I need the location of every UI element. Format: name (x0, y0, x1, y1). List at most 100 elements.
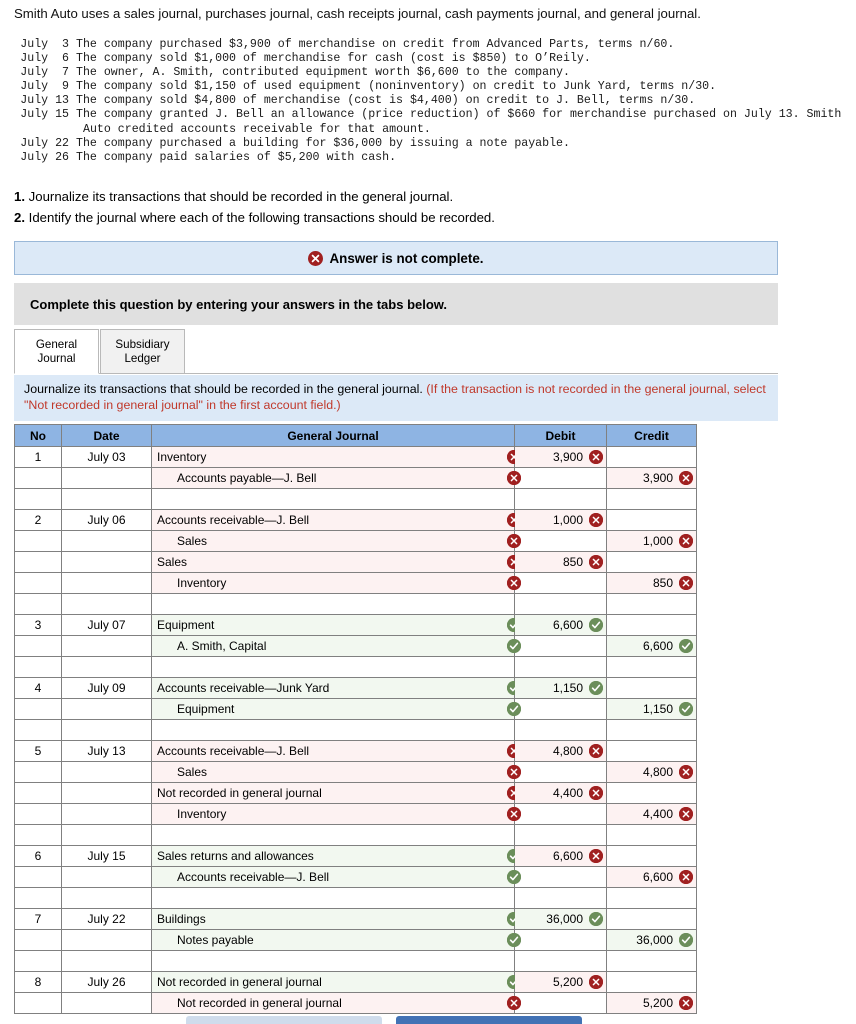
account-field[interactable]: Inventory (151, 572, 521, 594)
credit-field[interactable]: 36,000 (606, 929, 697, 951)
credit-field[interactable]: 850 (606, 572, 697, 594)
entry-number (14, 824, 62, 846)
credit-field[interactable] (606, 677, 697, 699)
account-field[interactable]: Accounts receivable—J. Bell (151, 509, 521, 531)
credit-field[interactable] (606, 509, 697, 531)
debit-field[interactable]: 1,000 (514, 509, 607, 531)
credit-amount: 3,900 (642, 471, 673, 485)
debit-field[interactable]: 6,600 (514, 614, 607, 636)
account-field[interactable]: Accounts receivable—Junk Yard (151, 677, 521, 699)
credit-field[interactable]: 1,150 (606, 698, 697, 720)
debit-field[interactable]: 36,000 (514, 908, 607, 930)
debit-field[interactable] (514, 761, 607, 783)
transaction-description: The company purchased a building for $36… (76, 136, 570, 150)
transaction-description: The company sold $4,800 of merchandise (… (76, 94, 696, 108)
table-row: Inventory 4,400 (14, 803, 697, 825)
credit-field[interactable]: 3,900 (606, 467, 697, 489)
entry-date: July 03 (61, 446, 152, 468)
transaction-row: July 9 The company sold $1,150 of used eq… (14, 80, 854, 94)
credit-field[interactable] (606, 446, 697, 468)
credit-field[interactable]: 6,600 (606, 866, 697, 888)
entry-number (14, 635, 62, 657)
debit-field[interactable] (514, 992, 607, 1014)
entry-date (61, 929, 152, 951)
debit-field[interactable] (514, 803, 607, 825)
column-header: No (14, 424, 62, 447)
journal-instruction: Journalize its transactions that should … (14, 375, 778, 421)
credit-field[interactable]: 4,400 (606, 803, 697, 825)
entry-number: 1 (14, 446, 62, 468)
credit-field[interactable] (606, 782, 697, 804)
account-name: Equipment (177, 702, 235, 716)
transaction-description: The owner, A. Smith, contributed equipme… (76, 66, 570, 80)
tab-subsidiary[interactable]: Subsidiary Ledger (100, 329, 185, 374)
account-field[interactable]: Not recorded in general journal (151, 992, 521, 1014)
credit-field[interactable]: 1,000 (606, 530, 697, 552)
credit-field[interactable] (606, 551, 697, 573)
account-field[interactable]: Equipment (151, 698, 521, 720)
account-field[interactable]: Not recorded in general journal (151, 971, 521, 993)
credit-field[interactable]: 5,200 (606, 992, 697, 1014)
account-field[interactable]: Buildings (151, 908, 521, 930)
account-field[interactable]: Notes payable (151, 929, 521, 951)
account-field (151, 593, 515, 615)
account-field[interactable]: Accounts receivable—J. Bell (151, 740, 521, 762)
debit-field[interactable] (514, 635, 607, 657)
debit-field[interactable]: 1,150 (514, 677, 607, 699)
entry-date (61, 782, 152, 804)
debit-field[interactable]: 4,800 (514, 740, 607, 762)
credit-field[interactable] (606, 908, 697, 930)
credit-field[interactable]: 6,600 (606, 635, 697, 657)
table-row: 4 July 09 Accounts receivable—Junk Yard 1,1… (14, 677, 697, 699)
account-field[interactable]: Not recorded in general journal (151, 782, 521, 804)
account-field[interactable]: Inventory (151, 446, 521, 468)
debit-field[interactable] (514, 929, 607, 951)
incorrect-icon (589, 555, 603, 569)
debit-field[interactable] (514, 467, 607, 489)
journal-instruction-main: Journalize its transactions that should … (24, 382, 427, 396)
table-row: 2 July 06 Accounts receivable—J. Bell 1,000 (14, 509, 697, 531)
account-field[interactable]: Accounts receivable—J. Bell (151, 866, 521, 888)
entry-number (14, 866, 62, 888)
debit-field[interactable] (514, 572, 607, 594)
entry-date (61, 824, 152, 846)
entry-date (61, 719, 152, 741)
account-field[interactable]: Sales (151, 530, 521, 552)
credit-field (606, 593, 697, 615)
table-row: Accounts payable—J. Bell 3,900 (14, 467, 697, 489)
credit-field[interactable] (606, 614, 697, 636)
credit-field[interactable] (606, 971, 697, 993)
account-field[interactable]: Sales (151, 761, 521, 783)
table-row: 7 July 22 Buildings 36,000 (14, 908, 697, 930)
incorrect-icon (679, 534, 693, 548)
debit-field[interactable] (514, 698, 607, 720)
debit-field[interactable] (514, 530, 607, 552)
column-header: Debit (514, 424, 607, 447)
general-journal-table: No Date General Journal Debit Credit 1 July 0… (14, 424, 697, 1014)
credit-field[interactable] (606, 740, 697, 762)
debit-field[interactable] (514, 866, 607, 888)
next-button[interactable] (396, 1016, 582, 1024)
account-field[interactable]: Accounts payable—J. Bell (151, 467, 521, 489)
incorrect-icon (589, 975, 603, 989)
debit-amount: 6,600 (552, 618, 583, 632)
tab-general[interactable]: General Journal (14, 329, 99, 374)
account-field[interactable]: Equipment (151, 614, 521, 636)
debit-field[interactable]: 850 (514, 551, 607, 573)
entry-date (61, 551, 152, 573)
debit-field[interactable]: 6,600 (514, 845, 607, 867)
correct-icon (679, 639, 693, 653)
account-field (151, 656, 515, 678)
entry-number (14, 698, 62, 720)
account-field[interactable]: Sales returns and allowances (151, 845, 521, 867)
account-field[interactable]: Sales (151, 551, 521, 573)
debit-field[interactable]: 3,900 (514, 446, 607, 468)
debit-field[interactable]: 5,200 (514, 971, 607, 993)
credit-field (606, 488, 697, 510)
previous-button[interactable] (186, 1016, 382, 1024)
account-field[interactable]: Inventory (151, 803, 521, 825)
debit-field[interactable]: 4,400 (514, 782, 607, 804)
credit-field[interactable]: 4,800 (606, 761, 697, 783)
credit-field[interactable] (606, 845, 697, 867)
account-field[interactable]: A. Smith, Capital (151, 635, 521, 657)
